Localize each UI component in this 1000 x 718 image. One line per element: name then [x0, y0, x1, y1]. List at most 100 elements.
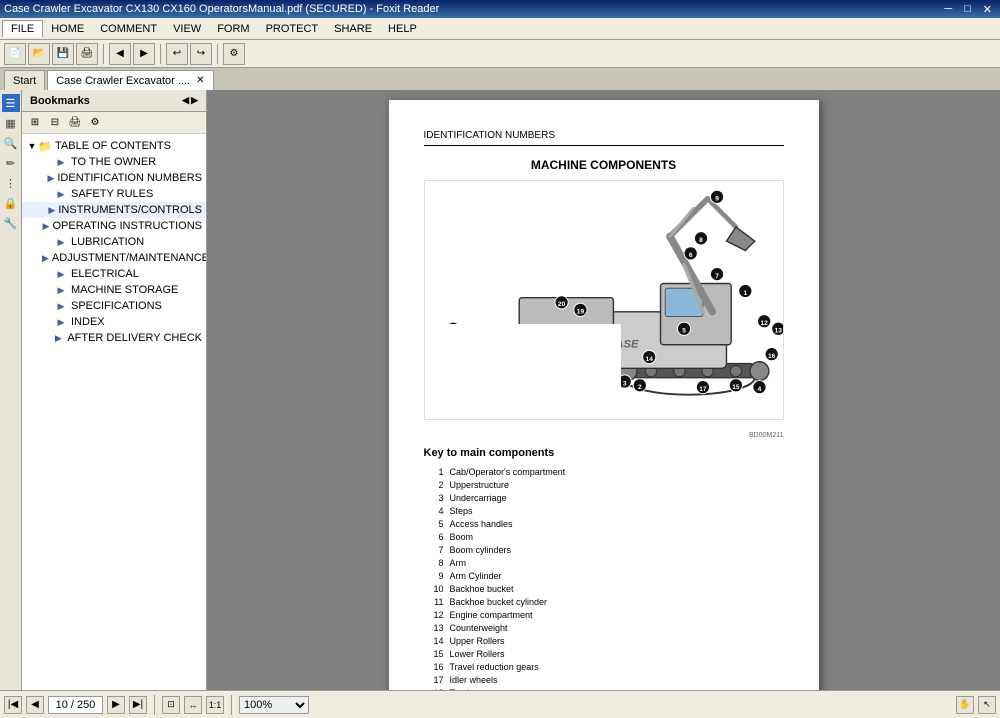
component-5: 5 Access handles [424, 519, 784, 529]
toc-4-icon: ▶ [43, 219, 50, 233]
component-5-num: 5 [424, 519, 444, 529]
svg-text:9: 9 [715, 196, 719, 203]
forward-btn[interactable]: ▶ [133, 43, 155, 65]
select-tool-btn[interactable]: ↖ [978, 696, 996, 714]
bookmarks-panel-icon[interactable]: ☰ [2, 94, 20, 112]
toc-1-label: IDENTIFICATION NUMBERS [57, 172, 202, 184]
close-btn[interactable]: ✕ [979, 3, 996, 16]
bookmarks-panel: Bookmarks ◀ ▶ ⊞ ⊟ 🖨 ⚙ ▼ 📁 TABLE OF CONTE… [22, 90, 207, 690]
svg-text:8: 8 [699, 237, 703, 244]
menu-help[interactable]: HELP [380, 21, 425, 37]
toc-9-label: SPECIFICATIONS [71, 300, 162, 312]
separator-1 [103, 44, 104, 64]
maximize-btn[interactable]: □ [960, 3, 975, 16]
toc-item-6[interactable]: ▶ ADJUSTMENT/MAINTENANCE [22, 250, 206, 266]
component-4-num: 4 [424, 506, 444, 516]
toc-item-3[interactable]: ▶ INSTRUMENTS/CONTROLS [22, 202, 206, 218]
menu-protect[interactable]: PROTECT [258, 21, 327, 37]
toc-item-2[interactable]: ▶ SAFETY RULES [22, 186, 206, 202]
toc-7-icon: ▶ [54, 267, 68, 281]
extra-btn[interactable]: ⚙ [223, 43, 245, 65]
tools-panel-icon[interactable]: 🔧 [2, 214, 20, 232]
status-bar: |◀ ◀ ▶ ▶| ⊡ ↔ 1:1 Fit Page 50% 75% 100% … [0, 690, 1000, 718]
bm-options[interactable]: ⚙ [86, 114, 104, 132]
search-panel-icon[interactable]: 🔍 [2, 134, 20, 152]
first-page-btn[interactable]: |◀ [4, 696, 22, 714]
diagram-ref: BD00M211 [424, 432, 784, 439]
bm-print[interactable]: 🖨 [66, 114, 84, 132]
tab-start[interactable]: Start [4, 70, 45, 90]
toc-item-7[interactable]: ▶ ELECTRICAL [22, 266, 206, 282]
security-panel-icon[interactable]: 🔒 [2, 194, 20, 212]
svg-text:5: 5 [682, 328, 686, 335]
next-page-btn[interactable]: ▶ [107, 696, 125, 714]
bm-collapse-all[interactable]: ⊟ [46, 114, 64, 132]
component-9: 9 Arm Cylinder [424, 571, 784, 581]
toc-item-1[interactable]: ▶ IDENTIFICATION NUMBERS [22, 170, 206, 186]
doc-area[interactable]: IDENTIFICATION NUMBERS MACHINE COMPONENT… [207, 90, 1000, 690]
zoom-select[interactable]: Fit Page 50% 75% 100% 125% 150% 200% [239, 696, 309, 714]
hand-tool-btn[interactable]: ✋ [956, 696, 974, 714]
toc-item-9[interactable]: ▶ SPECIFICATIONS [22, 298, 206, 314]
open-btn[interactable]: 📂 [28, 43, 50, 65]
menu-share[interactable]: SHARE [326, 21, 380, 37]
component-15: 15 Lower Rollers [424, 649, 784, 659]
component-15-num: 15 [424, 649, 444, 659]
tab-document[interactable]: Case Crawler Excavator .... ✕ [47, 70, 213, 90]
redo-btn[interactable]: ↪ [190, 43, 212, 65]
save-btn[interactable]: 💾 [52, 43, 74, 65]
prev-page-btn[interactable]: ◀ [26, 696, 44, 714]
page-input[interactable] [48, 696, 103, 714]
toc-item-0[interactable]: ▶ TO THE OWNER [22, 154, 206, 170]
layers-panel-icon[interactable]: ⋮ [2, 174, 20, 192]
toc-item-4[interactable]: ▶ OPERATING INSTRUCTIONS [22, 218, 206, 234]
back-btn[interactable]: ◀ [109, 43, 131, 65]
component-8-label: Arm [450, 558, 467, 568]
bm-expand-all[interactable]: ⊞ [26, 114, 44, 132]
pages-panel-icon[interactable]: ▦ [2, 114, 20, 132]
last-page-btn[interactable]: ▶| [129, 696, 147, 714]
component-15-label: Lower Rollers [450, 649, 505, 659]
new-btn[interactable]: 📄 [4, 43, 26, 65]
annot-panel-icon[interactable]: ✏ [2, 154, 20, 172]
toc-container: ▼ 📁 TABLE OF CONTENTS ▶ TO THE OWNER ▶ I… [22, 134, 206, 690]
menu-view[interactable]: VIEW [165, 21, 209, 37]
component-18-label: Tracks [450, 688, 477, 690]
toc-8-icon: ▶ [54, 283, 68, 297]
fit-width-btn[interactable]: ↔ [184, 696, 202, 714]
component-18: 18 Tracks [424, 688, 784, 690]
fit-actual-btn[interactable]: 1:1 [206, 696, 224, 714]
toc-11-label: AFTER DELIVERY CHECK [67, 332, 202, 344]
toc-root[interactable]: ▼ 📁 TABLE OF CONTENTS [22, 138, 206, 154]
undo-btn[interactable]: ↩ [166, 43, 188, 65]
component-11-label: Backhoe bucket cylinder [450, 597, 548, 607]
fit-page-btn[interactable]: ⊡ [162, 696, 180, 714]
tab-close-btn[interactable]: ✕ [196, 75, 204, 86]
print-btn[interactable]: 🖨 [76, 43, 98, 65]
toc-item-5[interactable]: ▶ LUBRICATION [22, 234, 206, 250]
menu-comment[interactable]: COMMENT [92, 21, 165, 37]
component-13: 13 Counterweight [424, 623, 784, 633]
minimize-btn[interactable]: ─ [940, 3, 956, 16]
menu-file[interactable]: FILE [2, 20, 43, 37]
toc-7-label: ELECTRICAL [71, 268, 139, 280]
menu-form[interactable]: FORM [209, 21, 257, 37]
toc-0-label: TO THE OWNER [71, 156, 156, 168]
bookmarks-collapse[interactable]: ◀ [182, 95, 189, 106]
svg-text:1: 1 [743, 290, 747, 297]
toc-10-label: INDEX [71, 316, 105, 328]
page-section-title: IDENTIFICATION NUMBERS [424, 130, 784, 146]
bookmarks-expand[interactable]: ▶ [191, 95, 198, 106]
toc-item-11[interactable]: ▶ AFTER DELIVERY CHECK [22, 330, 206, 346]
component-11-num: 11 [424, 597, 444, 607]
toc-item-10[interactable]: ▶ INDEX [22, 314, 206, 330]
machine-diagram: 9 20 19 1 12 13 [424, 180, 784, 420]
toc-9-icon: ▶ [54, 299, 68, 313]
svg-text:14: 14 [645, 356, 653, 363]
toc-11-icon: ▶ [52, 331, 64, 345]
toc-item-8[interactable]: ▶ MACHINE STORAGE [22, 282, 206, 298]
separator-2 [160, 44, 161, 64]
svg-text:15: 15 [732, 384, 740, 391]
svg-text:2: 2 [637, 384, 641, 391]
menu-home[interactable]: HOME [43, 21, 92, 37]
